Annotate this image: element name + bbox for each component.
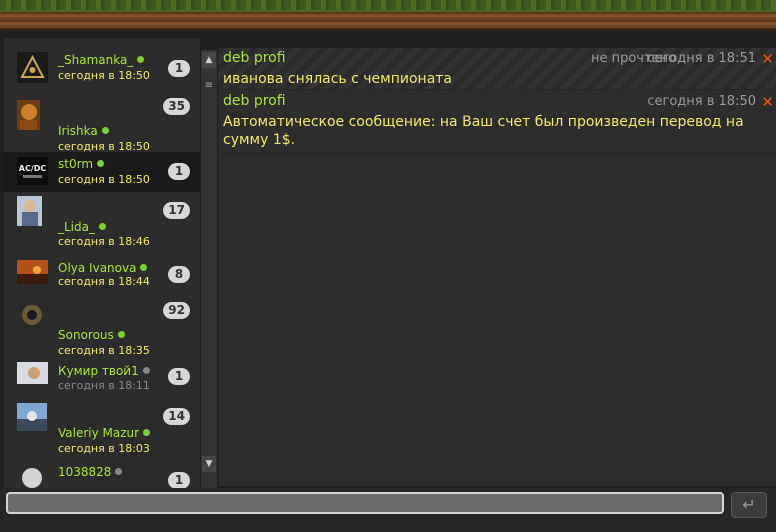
message-sender[interactable]: deb profi <box>223 93 286 109</box>
svg-text:AC/DC: AC/DC <box>19 164 47 173</box>
online-status-icon <box>101 127 109 134</box>
contact-name: _Shamanka_ <box>58 53 145 67</box>
scroll-thumb-icon[interactable]: ≡ <box>203 80 215 110</box>
scroll-up-icon[interactable]: ▲ <box>202 52 216 68</box>
message-input[interactable] <box>6 492 724 514</box>
unread-count-badge: 92 <box>163 302 190 319</box>
top-banner <box>0 0 776 30</box>
banner-grass <box>0 0 776 10</box>
scroll-down-icon[interactable]: ▼ <box>202 456 216 472</box>
avatar <box>17 260 48 284</box>
send-button[interactable]: ↵ <box>731 492 767 518</box>
avatar <box>17 52 48 83</box>
delete-icon[interactable]: ✕ <box>761 50 774 68</box>
unread-count-badge: 35 <box>163 98 190 115</box>
contact-time: сегодня в 18:03 <box>58 442 150 455</box>
avatar <box>17 100 40 130</box>
contact-name: Olya Ivanova <box>58 261 148 275</box>
contact-name: Sonorous <box>58 328 125 342</box>
message-sender[interactable]: deb profi <box>223 50 286 66</box>
contact-item[interactable]: Valeriy Mazur сегодня в 18:03 14 <box>4 402 200 462</box>
compose-bar: ↵ <box>0 488 776 532</box>
avatar <box>17 403 47 431</box>
contact-name: 1038828 <box>58 465 123 479</box>
contact-name: Кумир твой1 <box>58 364 150 378</box>
message-time: сегодня в 18:51 <box>647 51 756 66</box>
contact-list: _Shamanka_ сегодня в 18:50 1 Irishka сег… <box>4 38 200 490</box>
avatar <box>17 362 48 384</box>
unread-count-badge: 1 <box>168 163 190 180</box>
message-item: deb profi сегодня в 18:50 ✕ Автоматическ… <box>218 91 776 154</box>
online-status-icon <box>140 264 148 271</box>
unread-count-badge: 14 <box>163 408 190 425</box>
contact-name: Valeriy Mazur <box>58 426 151 440</box>
contact-list-scrollbar[interactable]: ▲ ≡ ▼ <box>201 50 217 502</box>
unread-count-badge: 8 <box>168 266 190 283</box>
contact-name: st0rm <box>58 157 105 171</box>
contact-item[interactable]: Sonorous сегодня в 18:35 92 <box>4 300 200 360</box>
message-text: Автоматическое сообщение: на Ваш счет бы… <box>223 114 744 148</box>
message-text: иванова снялась с чемпионата <box>223 71 453 87</box>
message-item: deb profi не прочтено сегодня в 18:51 ✕ … <box>218 48 776 90</box>
contact-item[interactable]: Irishka сегодня в 18:50 35 <box>4 96 200 156</box>
contact-time: сегодня в 18:46 <box>58 235 150 248</box>
online-status-icon <box>117 331 125 338</box>
message-time: сегодня в 18:50 <box>647 94 756 109</box>
contact-item[interactable]: 1038828 1 <box>4 462 200 490</box>
contact-name: _Lida_ <box>58 220 106 234</box>
online-status-icon <box>99 223 106 230</box>
contact-item[interactable]: _Lida_ сегодня в 18:46 17 <box>4 194 200 254</box>
contact-item[interactable]: _Shamanka_ сегодня в 18:50 1 <box>4 38 200 98</box>
offline-status-icon <box>115 468 123 475</box>
unread-count-badge: 17 <box>163 202 190 219</box>
avatar <box>17 466 48 490</box>
unread-count-badge: 1 <box>168 368 190 385</box>
contact-name: Irishka <box>58 124 109 138</box>
banner-wood <box>0 12 776 28</box>
online-status-icon <box>137 56 145 63</box>
contact-time: сегодня в 18:44 <box>58 275 150 288</box>
contact-time: сегодня в 18:50 <box>58 69 150 82</box>
delete-icon[interactable]: ✕ <box>761 93 774 111</box>
offline-status-icon <box>142 367 150 374</box>
contact-item-active[interactable]: AC/DC st0rm сегодня в 18:50 1 <box>4 152 200 192</box>
avatar: AC/DC <box>17 157 48 185</box>
unread-count-badge: 1 <box>168 472 190 489</box>
contact-time: сегодня в 18:50 <box>58 173 150 186</box>
chat-window: _Shamanka_ сегодня в 18:50 1 Irishka сег… <box>0 30 776 532</box>
online-status-icon <box>97 160 105 167</box>
message-pane: deb profi не прочтено сегодня в 18:51 ✕ … <box>218 48 776 486</box>
avatar <box>17 300 48 330</box>
enter-icon: ↵ <box>742 495 756 514</box>
contact-time: сегодня в 18:11 <box>58 379 150 392</box>
avatar <box>17 196 42 226</box>
contact-time: сегодня в 18:35 <box>58 344 150 357</box>
unread-count-badge: 1 <box>168 60 190 77</box>
online-status-icon <box>143 429 151 436</box>
